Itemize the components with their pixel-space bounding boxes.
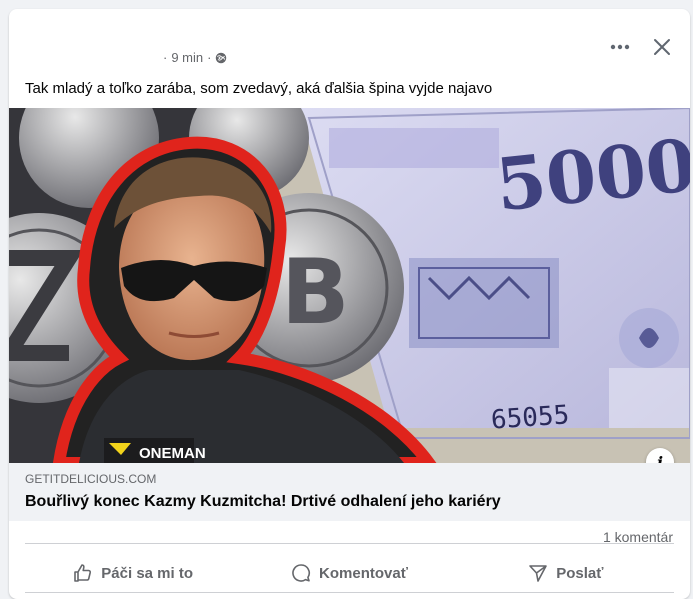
link-preview[interactable]: GETITDELICIOUS.COM Bouřlivý konec Kazmy … <box>9 463 690 521</box>
action-bar: Páči sa mi to Komentovať Poslať <box>25 555 674 591</box>
share-button[interactable]: Poslať <box>458 555 674 591</box>
thumbs-up-icon <box>74 564 92 582</box>
divider-top <box>25 543 674 544</box>
more-dots-icon <box>610 44 630 50</box>
meta-separator-2: · <box>207 50 212 65</box>
globe-icon[interactable] <box>215 52 227 64</box>
banknote-serial: 65055 <box>490 400 570 435</box>
link-domain: GETITDELICIOUS.COM <box>25 472 157 486</box>
close-icon <box>654 39 670 55</box>
link-title[interactable]: Bouřlivý konec Kazmy Kuzmitcha! Drtivé o… <box>25 492 501 512</box>
like-button[interactable]: Páči sa mi to <box>25 555 241 591</box>
more-options-button[interactable] <box>608 35 632 59</box>
comment-label: Komentovať <box>319 564 408 582</box>
post-timestamp[interactable]: 9 min <box>171 50 203 65</box>
like-label: Páči sa mi to <box>101 564 194 582</box>
post-image[interactable]: 5000 65055 B ONEMAN i <box>9 108 690 463</box>
post-image-art: 5000 65055 B ONEMAN <box>9 108 690 463</box>
meta-separator: · <box>163 50 168 65</box>
share-label: Poslať <box>556 564 604 582</box>
vest-logo-text: ONEMAN <box>139 445 206 462</box>
post-meta: · 9 min · <box>163 50 227 65</box>
post-text: Tak mladý a toľko zarába, som zvedavý, a… <box>25 80 493 97</box>
post-card: · 9 min · Tak mladý a toľko zarába, som … <box>9 9 690 599</box>
send-icon <box>529 565 548 582</box>
close-button[interactable] <box>650 35 674 59</box>
comment-icon <box>292 564 311 582</box>
comment-button[interactable]: Komentovať <box>241 555 457 591</box>
svg-text:B: B <box>281 240 350 345</box>
divider-bottom <box>25 592 674 593</box>
